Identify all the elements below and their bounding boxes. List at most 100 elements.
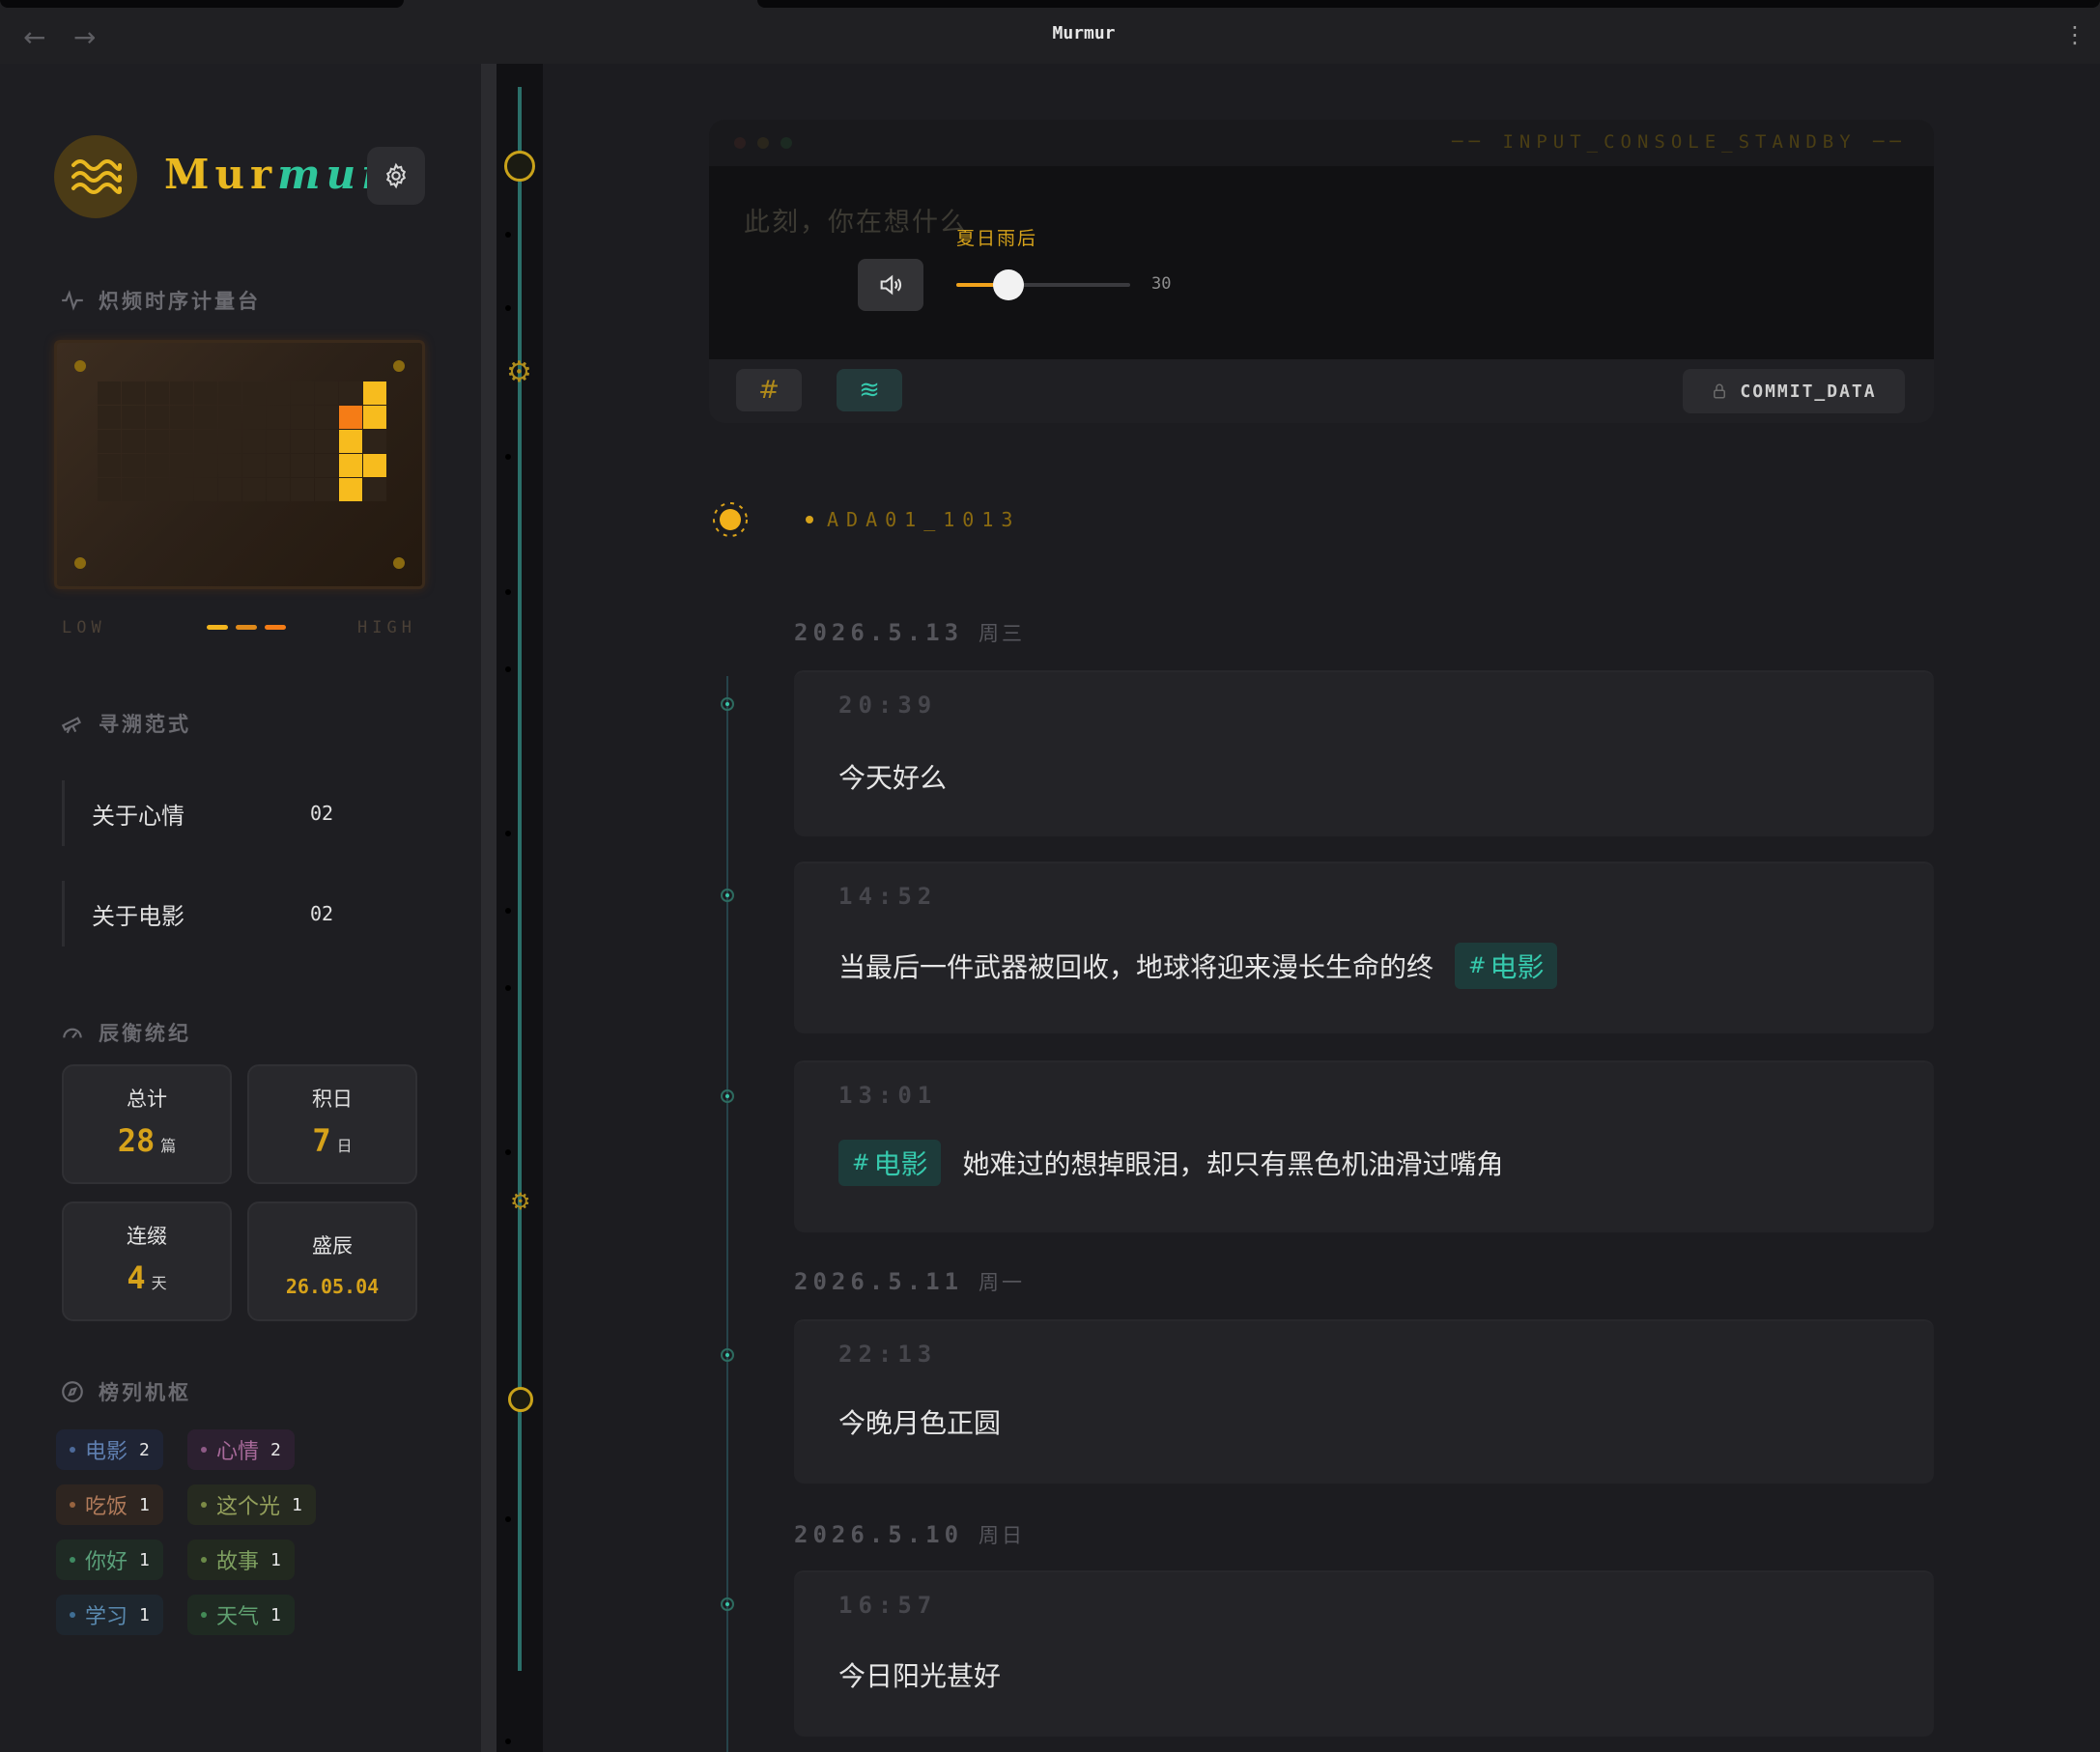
volume-value: 30	[1151, 274, 1172, 294]
entry-card[interactable]: 14:52 当最后一件武器被回收，地球将迎来漫长生命的终 # 电影	[794, 862, 1934, 1033]
heatmap-cell	[146, 454, 169, 477]
tag-chip[interactable]: 天气 1	[187, 1595, 295, 1635]
window-dot-red	[734, 137, 746, 149]
rail-node-bottom[interactable]	[508, 1387, 533, 1412]
volume-slider[interactable]	[956, 269, 1130, 300]
corner-pin	[393, 557, 405, 569]
heatmap-cell	[339, 406, 362, 429]
node-identifier: ADA01_1013	[806, 508, 1020, 531]
heatmap-cell	[218, 381, 241, 405]
tag-chip[interactable]: 学习 1	[56, 1595, 163, 1635]
heatmap-cell	[170, 454, 193, 477]
stat-label: 连缀	[127, 1225, 167, 1248]
entry-text: # 电影 她难过的想掉眼泪，却只有黑色机油滑过嘴角	[838, 1140, 1503, 1186]
explore-item-movie[interactable]: 关于电影 02	[62, 881, 352, 947]
date-heading: 2026.5.11 周一	[794, 1268, 1026, 1295]
hash-icon: #	[758, 376, 780, 405]
window-title: Murmur	[1052, 23, 1116, 43]
title-bar: ← → Murmur ⋮	[0, 0, 2100, 64]
timeline-marker	[721, 1089, 734, 1103]
heatmap-cell	[242, 454, 266, 477]
heatmap-cell	[146, 430, 169, 453]
heatmap-cell	[291, 430, 314, 453]
rail-gear-icon[interactable]: ⚙	[506, 355, 532, 389]
wave-button[interactable]: ≋	[837, 369, 902, 411]
settings-button[interactable]	[367, 147, 425, 205]
entry-tag[interactable]: # 电影	[838, 1140, 942, 1186]
window-dot-green	[780, 137, 792, 149]
tag-dot	[201, 1502, 207, 1508]
entry-text: 今天好么	[838, 762, 948, 794]
rail-tick	[505, 232, 511, 238]
more-menu-icon[interactable]: ⋮	[2063, 21, 2086, 48]
rail-gear-icon[interactable]: ⚙	[510, 1188, 531, 1215]
stat-value: 26.05.04	[285, 1275, 380, 1298]
timeline-marker	[721, 697, 734, 711]
tag-chip[interactable]: 你好 1	[56, 1540, 163, 1580]
entry-card[interactable]: 20:39 今天好么	[794, 670, 1934, 836]
rail-tick	[505, 305, 511, 311]
compass-icon	[62, 1381, 83, 1402]
tag-chip[interactable]: 吃饭 1	[56, 1484, 163, 1525]
heatmap-cell	[194, 406, 217, 429]
volume-button[interactable]	[858, 259, 923, 311]
heatmap-cell	[146, 381, 169, 405]
entry-time: 16:57	[838, 1592, 938, 1619]
tag-chip[interactable]: 电影 2	[56, 1429, 163, 1470]
heatmap-cell	[267, 430, 290, 453]
heatmap-cell	[194, 430, 217, 453]
tab-strip-right	[757, 0, 2100, 8]
corner-pin	[74, 360, 86, 372]
heatmap-cell	[363, 478, 386, 501]
entry-card[interactable]: 13:01 # 电影 她难过的想掉眼泪，却只有黑色机油滑过嘴角	[794, 1060, 1934, 1232]
brand-name: Murmur	[164, 151, 389, 198]
heatmap-grid	[98, 381, 386, 501]
entry-card[interactable]: 16:57 今日阳光甚好	[794, 1570, 1934, 1737]
sun-icon[interactable]	[709, 498, 752, 541]
heatmap-cell	[242, 430, 266, 453]
stat-value: 4天	[127, 1259, 167, 1296]
tag-dot	[70, 1557, 75, 1563]
heatmap-cell	[122, 478, 145, 501]
tag-chip[interactable]: 心情 2	[187, 1429, 295, 1470]
entry-text: 今日阳光甚好	[838, 1660, 1002, 1692]
heatmap-cell	[98, 381, 121, 405]
entry-text: 当最后一件武器被回收，地球将迎来漫长生命的终 # 电影	[838, 943, 1558, 989]
volume-knob[interactable]	[993, 269, 1024, 300]
heatmap-cell	[315, 381, 338, 405]
heatmap-cell	[315, 454, 338, 477]
rail-tick	[505, 454, 511, 460]
hash-button[interactable]: #	[736, 369, 802, 411]
commit-button[interactable]: COMMIT_DATA	[1683, 369, 1905, 413]
rail-tick	[505, 831, 511, 836]
tag-chip[interactable]: 这个光 1	[187, 1484, 316, 1525]
date-heading: 2026.5.13 周三	[794, 619, 1026, 646]
entry-tag[interactable]: # 电影	[1455, 943, 1558, 989]
section-explore-title: 寻溯范式	[60, 709, 191, 738]
heatmap-cell	[291, 381, 314, 405]
status-dot	[806, 516, 813, 523]
wave-icon: ≋	[859, 376, 880, 405]
console-body[interactable]: 此刻，你在想什么 夏日雨后 30	[709, 166, 1934, 359]
entry-card[interactable]: 22:13 今晚月色正圆	[794, 1319, 1934, 1484]
heatmap-cell	[363, 406, 386, 429]
window-dot-yellow	[757, 137, 769, 149]
heatmap-cell	[218, 430, 241, 453]
gauge-icon	[63, 1028, 82, 1039]
tag-chip[interactable]: 故事 1	[187, 1540, 295, 1580]
heatmap-cell	[194, 478, 217, 501]
heatmap-cell	[339, 454, 362, 477]
lock-icon	[1714, 383, 1726, 399]
heatmap-cell	[218, 406, 241, 429]
console-status: ── INPUT_CONSOLE_STANDBY ──	[1452, 131, 1907, 153]
rail-node-top[interactable]	[504, 151, 535, 182]
sidebar-scrollbar[interactable]	[481, 64, 497, 1752]
entry-time: 20:39	[838, 692, 938, 719]
heatmap-cell	[218, 478, 241, 501]
stat-label: 盛辰	[312, 1234, 353, 1257]
explore-item-mood[interactable]: 关于心情 02	[62, 780, 352, 846]
heatmap-cell	[242, 478, 266, 501]
section-heatmap-title: 炽频时序计量台	[60, 286, 261, 315]
stat-label: 总计	[127, 1088, 167, 1111]
heatmap-cell	[170, 406, 193, 429]
